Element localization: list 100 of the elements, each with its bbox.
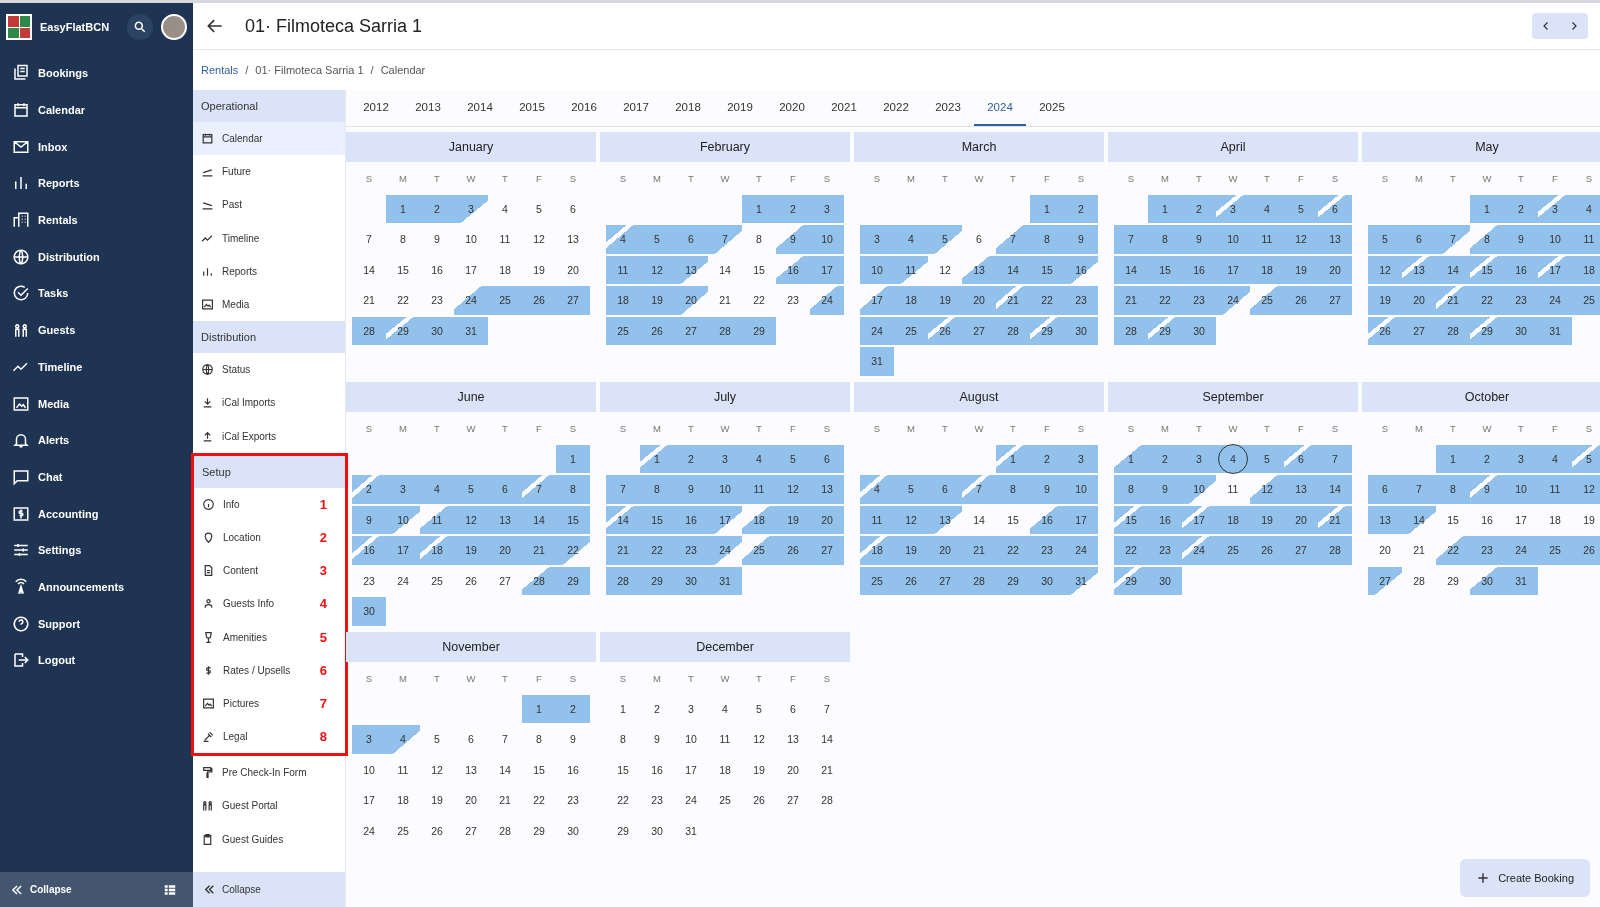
calendar-day[interactable]: 14 (1436, 255, 1470, 284)
calendar-day[interactable]: 30 (1504, 316, 1538, 345)
calendar-day[interactable]: 6 (962, 225, 996, 254)
calendar-day[interactable]: 3 (1504, 444, 1538, 473)
calendar-day[interactable]: 14 (962, 505, 996, 534)
calendar-day[interactable]: 10 (810, 225, 844, 254)
calendar-day[interactable]: 3 (386, 475, 420, 504)
calendar-day[interactable]: 31 (454, 316, 488, 345)
calendar-day[interactable]: 13 (1402, 255, 1436, 284)
calendar-day[interactable]: 3 (860, 225, 894, 254)
calendar-day[interactable]: 30 (1064, 316, 1098, 345)
calendar-day[interactable]: 8 (1148, 225, 1182, 254)
calendar-day[interactable]: 7 (996, 225, 1030, 254)
calendar-day[interactable]: 12 (420, 755, 454, 784)
calendar-day[interactable]: 22 (640, 536, 674, 565)
calendar-day[interactable]: 2 (1030, 444, 1064, 473)
calendar-day[interactable]: 11 (488, 225, 522, 254)
calendar-day[interactable]: 16 (776, 255, 810, 284)
calendar-day[interactable]: 15 (556, 505, 590, 534)
calendar-day[interactable]: 9 (1148, 475, 1182, 504)
calendar-day[interactable]: 26 (742, 786, 776, 815)
nav-item[interactable]: Guests (0, 311, 193, 349)
calendar-day[interactable]: 3 (352, 725, 386, 754)
calendar-day[interactable]: 17 (454, 255, 488, 284)
calendar-day[interactable]: 18 (894, 286, 928, 315)
calendar-day[interactable]: 23 (1030, 536, 1064, 565)
calendar-day[interactable]: 8 (522, 725, 556, 754)
calendar-day[interactable]: 24 (860, 316, 894, 345)
calendar-day[interactable]: 7 (962, 475, 996, 504)
submenu-item[interactable]: Legal 8 (194, 720, 345, 754)
calendar-day[interactable]: 26 (1368, 316, 1402, 345)
calendar-day[interactable]: 7 (1402, 475, 1436, 504)
calendar-day[interactable]: 16 (1504, 255, 1538, 284)
calendar-day[interactable]: 25 (742, 536, 776, 565)
calendar-day[interactable]: 1 (640, 444, 674, 473)
calendar-day[interactable]: 23 (674, 536, 708, 565)
calendar-day[interactable]: 30 (420, 316, 454, 345)
submenu-item[interactable]: Future (193, 155, 345, 189)
calendar-day[interactable]: 4 (1216, 444, 1250, 473)
calendar-day[interactable]: 31 (674, 816, 708, 845)
calendar-day[interactable]: 6 (1318, 194, 1352, 223)
calendar-day[interactable]: 27 (1368, 566, 1402, 595)
calendar-day[interactable]: 11 (606, 255, 640, 284)
calendar-day[interactable]: 12 (1368, 255, 1402, 284)
calendar-day[interactable]: 5 (420, 725, 454, 754)
submenu-item[interactable]: Pictures 7 (194, 686, 345, 720)
calendar-day[interactable]: 24 (352, 816, 386, 845)
calendar-day[interactable]: 10 (1064, 475, 1098, 504)
nav-item[interactable]: Alerts (0, 421, 193, 459)
calendar-day[interactable]: 25 (860, 566, 894, 595)
calendar-day[interactable]: 15 (742, 255, 776, 284)
avatar[interactable] (161, 14, 187, 40)
calendar-day[interactable]: 12 (776, 475, 810, 504)
search-button[interactable] (127, 14, 153, 40)
calendar-day[interactable]: 25 (488, 286, 522, 315)
calendar-day[interactable]: 3 (1064, 444, 1098, 473)
calendar-day[interactable]: 16 (1148, 505, 1182, 534)
calendar-day[interactable]: 16 (420, 255, 454, 284)
calendar-day[interactable]: 12 (640, 255, 674, 284)
calendar-day[interactable]: 2 (640, 694, 674, 723)
calendar-day[interactable]: 5 (928, 225, 962, 254)
year-tab[interactable]: 2015 (506, 90, 558, 126)
year-tab[interactable]: 2024 (974, 90, 1026, 126)
calendar-day[interactable]: 8 (556, 475, 590, 504)
calendar-day[interactable]: 6 (1402, 225, 1436, 254)
calendar-day[interactable]: 12 (1572, 475, 1600, 504)
nav-item[interactable]: Accounting (0, 495, 193, 532)
calendar-day[interactable]: 3 (1216, 194, 1250, 223)
year-tab[interactable]: 2012 (350, 90, 402, 126)
submenu-item[interactable]: Content 3 (194, 554, 345, 588)
calendar-day[interactable]: 9 (640, 725, 674, 754)
calendar-day[interactable]: 8 (742, 225, 776, 254)
calendar-day[interactable]: 26 (420, 816, 454, 845)
calendar-day[interactable]: 2 (674, 444, 708, 473)
calendar-day[interactable]: 26 (522, 286, 556, 315)
calendar-day[interactable]: 28 (708, 316, 742, 345)
calendar-day[interactable]: 14 (708, 255, 742, 284)
calendar-day[interactable]: 29 (1436, 566, 1470, 595)
calendar-day[interactable]: 19 (776, 505, 810, 534)
calendar-day[interactable]: 12 (928, 255, 962, 284)
calendar-day[interactable]: 17 (1216, 255, 1250, 284)
calendar-day[interactable]: 21 (352, 286, 386, 315)
calendar-day[interactable]: 7 (1318, 444, 1352, 473)
calendar-day[interactable]: 14 (352, 255, 386, 284)
calendar-day[interactable]: 12 (894, 505, 928, 534)
calendar-day[interactable]: 24 (1504, 536, 1538, 565)
calendar-day[interactable]: 7 (488, 725, 522, 754)
calendar-day[interactable]: 10 (674, 725, 708, 754)
year-tab[interactable]: 2014 (454, 90, 506, 126)
calendar-day[interactable]: 23 (420, 286, 454, 315)
calendar-day[interactable]: 9 (556, 725, 590, 754)
calendar-day[interactable]: 24 (1538, 286, 1572, 315)
calendar-day[interactable]: 12 (1250, 475, 1284, 504)
calendar-day[interactable]: 30 (556, 816, 590, 845)
year-tab[interactable]: 2020 (766, 90, 818, 126)
nav-item[interactable]: Inbox (0, 128, 193, 166)
collapse-button[interactable]: Collapse (0, 872, 193, 907)
calendar-day[interactable]: 10 (1504, 475, 1538, 504)
calendar-day[interactable]: 19 (1572, 505, 1600, 534)
calendar-day[interactable]: 19 (640, 286, 674, 315)
